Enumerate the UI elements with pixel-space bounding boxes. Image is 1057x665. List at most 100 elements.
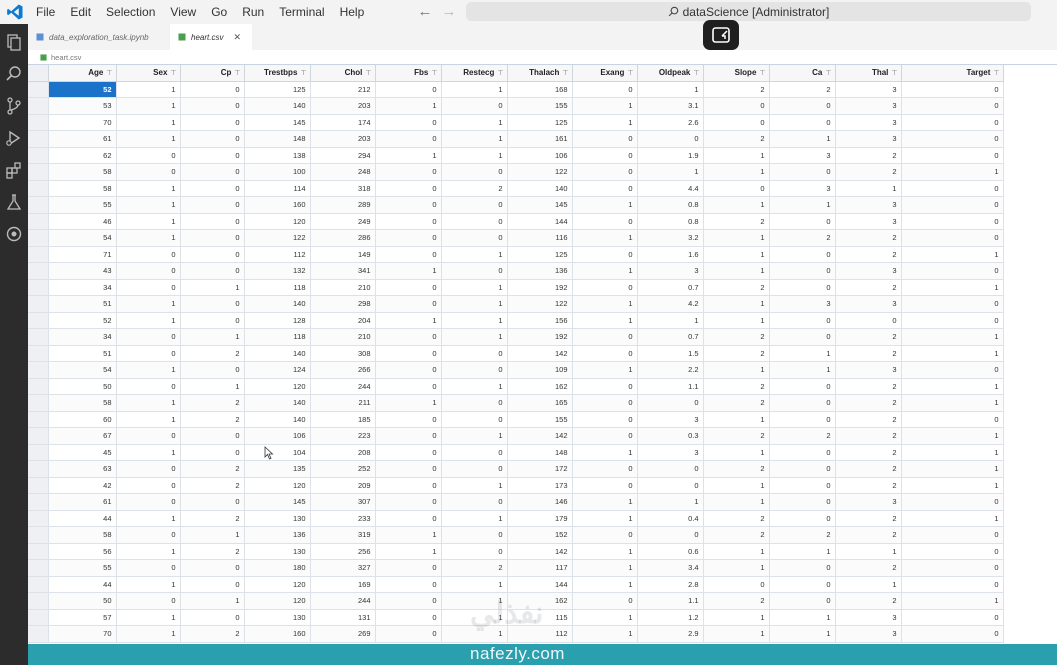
table-cell[interactable]: 0: [703, 576, 770, 593]
table-cell[interactable]: 1: [901, 427, 1004, 445]
table-cell[interactable]: 1: [901, 460, 1004, 478]
table-cell[interactable]: 1: [703, 411, 770, 428]
row-header[interactable]: [28, 378, 49, 395]
filter-icon[interactable]: ⊤: [497, 70, 503, 77]
table-cell[interactable]: 0: [116, 345, 181, 362]
row-header[interactable]: [28, 493, 49, 511]
table-cell[interactable]: 3: [835, 295, 902, 313]
column-header-age[interactable]: Age ⊤: [48, 65, 117, 82]
table-cell[interactable]: 34: [48, 328, 117, 346]
table-cell[interactable]: 1: [703, 246, 770, 263]
table-cell[interactable]: 1: [572, 114, 638, 131]
table-cell[interactable]: 71: [48, 246, 117, 263]
tab-heart-csv[interactable]: heart.csv ✕: [170, 24, 252, 50]
table-cell[interactable]: 0: [180, 262, 245, 280]
table-cell[interactable]: 120: [244, 477, 311, 494]
table-cell[interactable]: 0: [180, 147, 245, 164]
table-cell[interactable]: 0: [375, 345, 442, 362]
table-cell[interactable]: 0: [637, 477, 704, 494]
table-cell[interactable]: 0: [572, 427, 638, 445]
table-cell[interactable]: 2: [769, 229, 836, 247]
table-cell[interactable]: 70: [48, 625, 117, 643]
table-cell[interactable]: 256: [310, 543, 376, 560]
table-cell[interactable]: 1: [375, 526, 442, 544]
table-cell[interactable]: 1: [441, 279, 508, 296]
table-cell[interactable]: 286: [310, 229, 376, 247]
table-cell[interactable]: 2: [703, 328, 770, 346]
table-cell[interactable]: 2.6: [637, 114, 704, 131]
menu-item-view[interactable]: View: [170, 5, 196, 19]
table-cell[interactable]: 0: [769, 163, 836, 181]
table-cell[interactable]: 0: [441, 543, 508, 560]
table-cell[interactable]: 1: [769, 609, 836, 626]
table-cell[interactable]: 0: [769, 328, 836, 346]
table-cell[interactable]: 1: [572, 559, 638, 577]
table-cell[interactable]: 2.2: [637, 361, 704, 379]
table-cell[interactable]: 0.8: [637, 196, 704, 214]
table-cell[interactable]: 0: [572, 526, 638, 544]
table-cell[interactable]: 0: [375, 180, 442, 197]
table-cell[interactable]: 3.2: [637, 229, 704, 247]
table-cell[interactable]: 2: [703, 526, 770, 544]
filter-icon[interactable]: ⊤: [234, 70, 240, 77]
table-cell[interactable]: 1: [901, 279, 1004, 296]
table-cell[interactable]: 1: [572, 609, 638, 626]
table-cell[interactable]: 0: [180, 196, 245, 214]
table-cell[interactable]: 192: [507, 279, 573, 296]
table-cell[interactable]: 307: [310, 493, 376, 511]
table-cell[interactable]: 0: [572, 246, 638, 263]
table-cell[interactable]: 52: [48, 312, 117, 329]
table-cell[interactable]: 161: [507, 130, 573, 148]
table-cell[interactable]: 0: [375, 279, 442, 296]
table-cell[interactable]: 0: [572, 592, 638, 610]
table-cell[interactable]: 2: [703, 592, 770, 610]
table-cell[interactable]: 3: [835, 97, 902, 115]
table-cell[interactable]: 0: [901, 295, 1004, 313]
table-cell[interactable]: 0: [441, 345, 508, 362]
table-cell[interactable]: 1: [375, 312, 442, 329]
table-cell[interactable]: 2: [703, 427, 770, 445]
table-cell[interactable]: 2: [835, 460, 902, 478]
table-cell[interactable]: 0: [180, 213, 245, 230]
table-cell[interactable]: 61: [48, 493, 117, 511]
table-cell[interactable]: 0: [572, 81, 638, 98]
table-cell[interactable]: 1: [703, 493, 770, 511]
table-cell[interactable]: 0: [901, 609, 1004, 626]
table-cell[interactable]: 0: [901, 114, 1004, 131]
table-cell[interactable]: 0: [180, 81, 245, 98]
extensions-icon[interactable]: [4, 160, 24, 180]
table-cell[interactable]: 120: [244, 213, 311, 230]
table-cell[interactable]: 117: [507, 559, 573, 577]
table-cell[interactable]: 211: [310, 394, 376, 412]
table-cell[interactable]: 0: [769, 213, 836, 230]
table-cell[interactable]: 0: [116, 147, 181, 164]
row-header[interactable]: [28, 477, 49, 494]
table-cell[interactable]: 1: [441, 427, 508, 445]
table-cell[interactable]: 1: [769, 361, 836, 379]
table-cell[interactable]: 0: [901, 625, 1004, 643]
table-cell[interactable]: 1: [703, 625, 770, 643]
table-cell[interactable]: 0: [769, 246, 836, 263]
table-cell[interactable]: 2: [835, 427, 902, 445]
table-cell[interactable]: 327: [310, 559, 376, 577]
table-cell[interactable]: 2: [703, 213, 770, 230]
table-cell[interactable]: 0.3: [637, 427, 704, 445]
table-cell[interactable]: 3: [835, 625, 902, 643]
table-cell[interactable]: 45: [48, 444, 117, 461]
table-cell[interactable]: 3: [835, 81, 902, 98]
table-cell[interactable]: 3: [835, 609, 902, 626]
table-cell[interactable]: 2: [180, 394, 245, 412]
table-cell[interactable]: 0: [769, 411, 836, 428]
table-cell[interactable]: 55: [48, 559, 117, 577]
table-cell[interactable]: 2: [835, 411, 902, 428]
table-cell[interactable]: 0: [180, 427, 245, 445]
table-cell[interactable]: 1: [441, 312, 508, 329]
table-cell[interactable]: 1: [703, 229, 770, 247]
table-cell[interactable]: 2: [180, 625, 245, 643]
table-cell[interactable]: 1: [572, 493, 638, 511]
table-cell[interactable]: 1: [116, 576, 181, 593]
table-cell[interactable]: 0: [769, 477, 836, 494]
table-cell[interactable]: 1: [116, 97, 181, 115]
filter-icon[interactable]: ⊤: [693, 70, 699, 77]
table-cell[interactable]: 1: [637, 81, 704, 98]
